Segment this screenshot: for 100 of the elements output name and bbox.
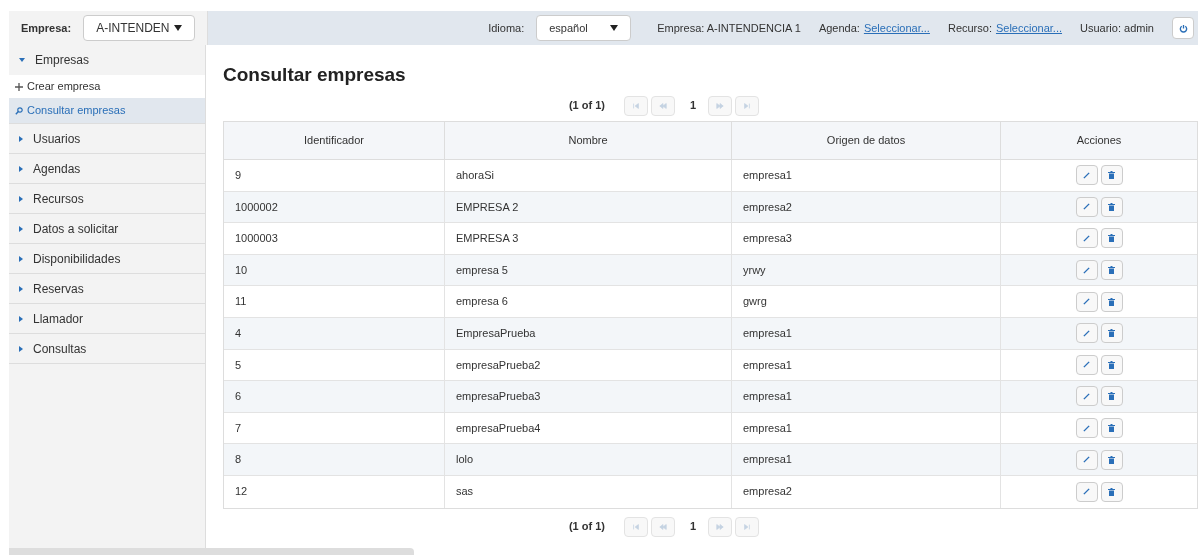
last-page-button[interactable]	[735, 95, 760, 116]
page-summary: (1 of 1)	[568, 519, 605, 535]
sidebar-item[interactable]: Usuarios	[9, 124, 205, 154]
last-page-icon	[743, 101, 752, 110]
table-cell: 8	[224, 444, 445, 475]
pencil-icon	[1083, 203, 1090, 211]
agenda-link[interactable]: Seleccionar...	[863, 19, 930, 37]
pencil-icon	[1083, 488, 1090, 496]
trash-icon	[1108, 266, 1115, 275]
previous-page-button[interactable]	[650, 516, 675, 537]
agenda-label: Agenda:	[818, 20, 860, 36]
company-select[interactable]: A-INTENDEN	[83, 15, 195, 41]
sidebar-item[interactable]: Recursos	[9, 184, 205, 214]
last-page-icon	[743, 522, 752, 531]
pencil-icon	[1083, 298, 1090, 306]
table-cell: empresa2	[732, 191, 1001, 223]
table-cell: 9	[224, 160, 445, 191]
resource-link[interactable]: Seleccionar...	[995, 19, 1062, 37]
delete-button[interactable]	[1100, 165, 1123, 186]
trash-icon	[1108, 202, 1115, 211]
delete-button[interactable]	[1100, 323, 1123, 344]
table-cell: 11	[224, 286, 445, 317]
language-select[interactable]: español	[536, 15, 632, 41]
sidebar-item[interactable]: Datos a solicitar	[9, 214, 205, 244]
table-cell: lolo	[445, 444, 732, 475]
pencil-icon	[1083, 329, 1090, 337]
table-cell: ahoraSi	[445, 160, 732, 191]
table-cell: 4	[224, 317, 445, 349]
table-cell: empresaPrueba3	[445, 381, 732, 412]
trash-icon	[1108, 360, 1115, 369]
plus-icon	[15, 82, 23, 91]
table-cell: EmpresaPrueba	[445, 317, 732, 349]
user-info: Usuario: admin	[1080, 20, 1154, 36]
page-number[interactable]: 1	[689, 97, 697, 114]
page-title: Consultar empresas	[223, 63, 407, 87]
first-page-button[interactable]	[623, 516, 648, 537]
table-cell: empresa1	[732, 412, 1001, 444]
previous-page-button[interactable]	[650, 95, 675, 116]
pencil-icon	[1083, 171, 1090, 179]
table-cell: empresa 5	[445, 254, 732, 286]
sidebar-item[interactable]: Llamador	[9, 304, 205, 334]
column-header: Acciones	[1075, 133, 1123, 149]
trash-icon	[1108, 234, 1115, 243]
delete-button[interactable]	[1100, 228, 1123, 249]
next-page-button[interactable]	[708, 95, 733, 116]
table-cell: empresa1	[732, 444, 1001, 475]
table-cell: 1000002	[224, 191, 445, 223]
sidebar-item[interactable]: Agendas	[9, 154, 205, 184]
column-header: Nombre	[445, 122, 732, 159]
table-cell: 5	[224, 349, 445, 381]
page-summary: (1 of 1)	[568, 98, 605, 114]
sidebar-subitem[interactable]: Consultar empresas	[9, 98, 205, 124]
column-header: Identificador	[224, 122, 445, 159]
table-cell: empresa1	[732, 381, 1001, 412]
dropdown-arrow-icon	[174, 25, 182, 31]
pencil-icon	[1083, 361, 1090, 369]
first-page-icon	[631, 522, 640, 531]
trash-icon	[1108, 424, 1115, 433]
search-icon	[15, 106, 23, 115]
table-cell: 1000003	[224, 223, 445, 254]
pencil-icon	[1083, 266, 1090, 274]
last-page-button[interactable]	[735, 516, 760, 537]
table-cell: empresa 6	[445, 286, 732, 317]
trash-icon	[1108, 392, 1115, 401]
page-number[interactable]: 1	[689, 518, 697, 535]
delete-button[interactable]	[1100, 196, 1123, 217]
previous-page-icon	[658, 522, 667, 531]
delete-button[interactable]	[1100, 291, 1123, 312]
column-header: Origen de datos	[732, 122, 1001, 159]
delete-button[interactable]	[1100, 260, 1123, 281]
resource-label: Recurso:	[947, 20, 992, 36]
trash-icon	[1108, 487, 1115, 496]
pencil-icon	[1083, 424, 1090, 432]
table-cell: 12	[224, 475, 445, 508]
delete-button[interactable]	[1100, 418, 1123, 439]
first-page-icon	[631, 101, 640, 110]
table-cell: 10	[224, 254, 445, 286]
table-cell: yrwy	[732, 254, 1001, 286]
sidebar-item[interactable]: Consultas	[9, 334, 205, 364]
next-page-button[interactable]	[708, 516, 733, 537]
trash-icon	[1108, 329, 1115, 338]
first-page-button[interactable]	[623, 95, 648, 116]
language-label: Idioma:	[488, 20, 525, 36]
delete-button[interactable]	[1100, 449, 1123, 470]
next-page-icon	[716, 101, 725, 110]
delete-button[interactable]	[1100, 354, 1123, 375]
delete-button[interactable]	[1100, 481, 1123, 502]
table-cell: empresa3	[732, 223, 1001, 254]
trash-icon	[1108, 171, 1115, 180]
logout-button[interactable]	[1172, 17, 1194, 39]
sidebar-item[interactable]: Disponibilidades	[9, 244, 205, 274]
sidebar-subitem[interactable]: Crear empresa	[9, 75, 205, 98]
table-cell: empresa2	[732, 475, 1001, 508]
table-cell: 6	[224, 381, 445, 412]
sidebar-item[interactable]: Empresas	[9, 45, 205, 75]
pencil-icon	[1083, 392, 1090, 400]
sidebar-item[interactable]: Reservas	[9, 274, 205, 304]
table-cell: empresa1	[732, 349, 1001, 381]
pencil-icon	[1083, 456, 1090, 464]
delete-button[interactable]	[1100, 386, 1123, 407]
